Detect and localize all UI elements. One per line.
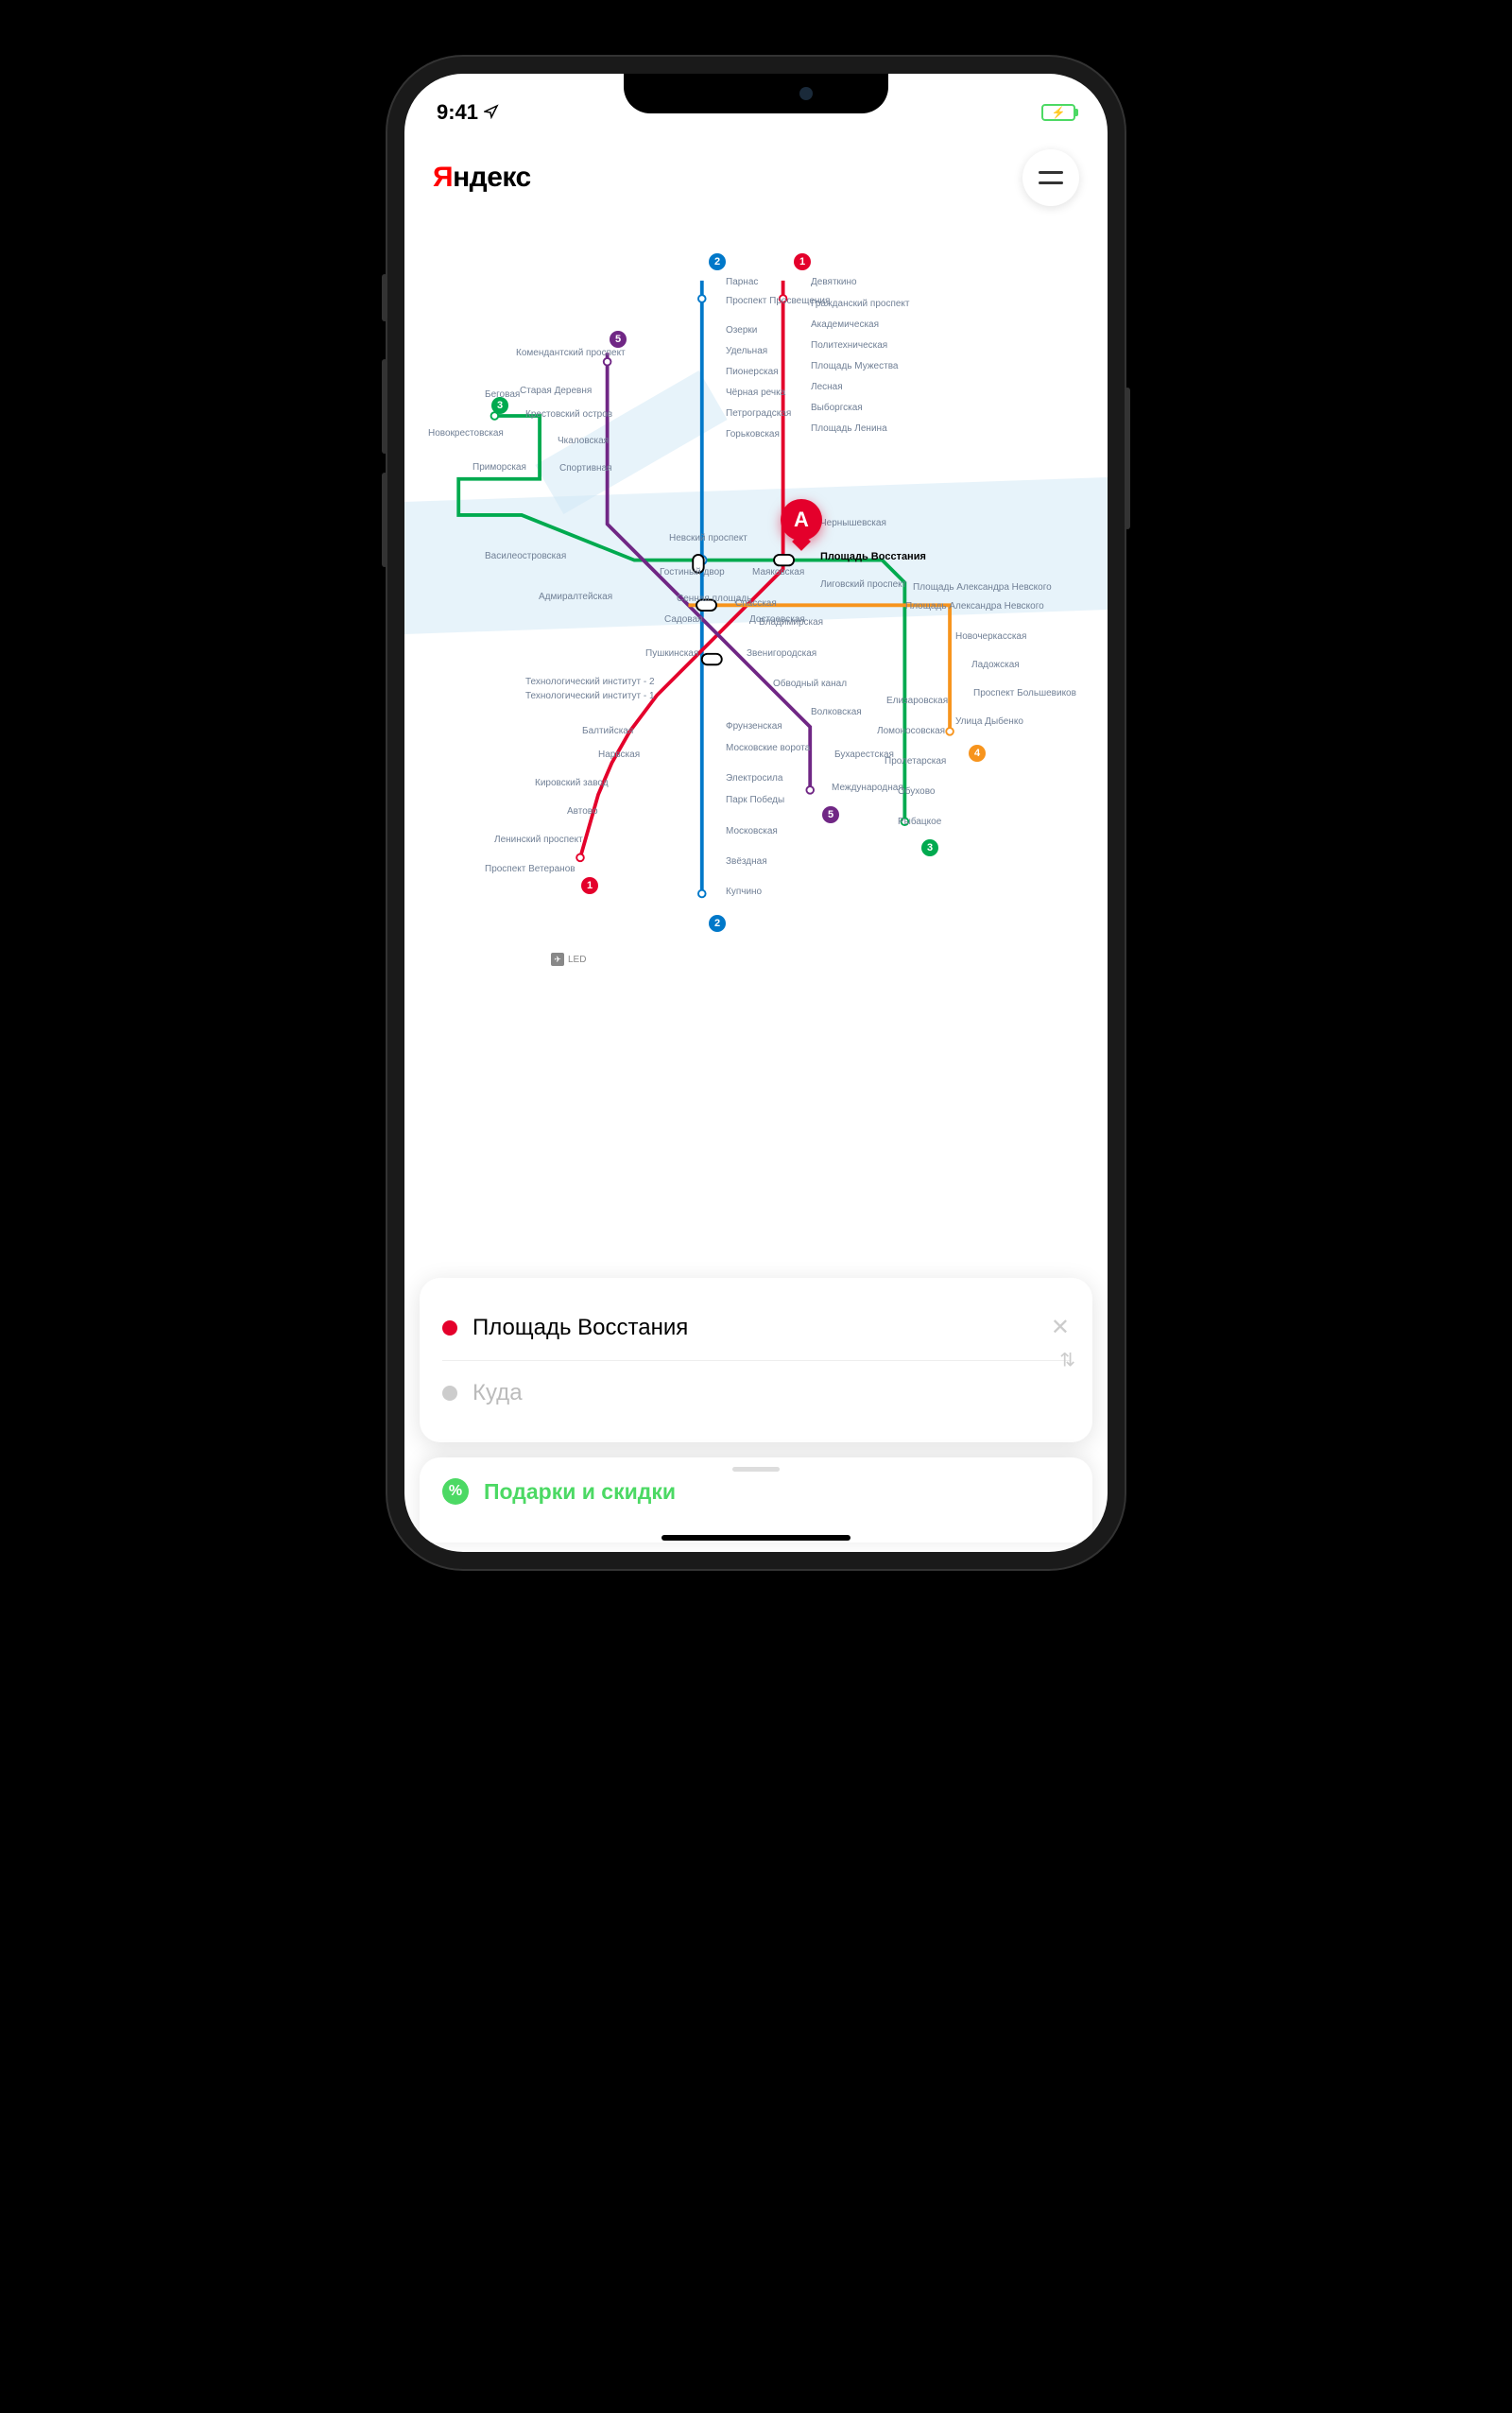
line-2-badge: 2 [709,253,726,270]
airport-badge: ✈ LED [551,953,586,966]
status-time: 9:41 [437,100,478,125]
volume-down-button [382,473,387,567]
home-indicator[interactable] [662,1535,850,1541]
route-from-text: Площадь Восстания [472,1315,1036,1341]
battery-icon: ⚡ [1041,104,1075,121]
promo-card[interactable]: % Подарки и скидки [420,1457,1092,1543]
line-5-badge-end: 5 [822,806,839,823]
line-4-badge-end: 4 [969,745,986,762]
route-from-row[interactable]: Площадь Восстания ✕ [442,1302,1070,1361]
line-1-badge-end: 1 [581,877,598,894]
route-card: Площадь Восстания ✕ Куда ⇅ [420,1278,1092,1442]
notch [624,74,888,113]
side-button [382,274,387,321]
origin-dot-icon [442,1320,457,1336]
bottom-sheet: Площадь Восстания ✕ Куда ⇅ % Подарки и с… [404,1278,1108,1552]
menu-button[interactable] [1022,149,1079,206]
location-arrow-icon [484,100,499,125]
promo-text: Подарки и скидки [484,1479,676,1505]
clear-from-button[interactable]: ✕ [1051,1314,1070,1341]
metro-lines-svg [404,225,1108,1076]
hamburger-icon [1039,171,1063,174]
phone-frame: 9:41 ⚡ Яндекс [387,57,1125,1569]
metro-map[interactable]: 1 2 3 5 1 2 3 4 5 Девяткино Гражданский … [404,225,1108,1076]
drag-handle-icon[interactable] [732,1467,780,1472]
power-button [1125,388,1130,529]
route-to-placeholder: Куда [472,1380,1070,1406]
app-header: Яндекс [404,132,1108,225]
yandex-logo[interactable]: Яндекс [433,162,531,194]
origin-marker[interactable]: А [781,499,822,541]
line-2-badge-end: 2 [709,915,726,932]
line-1-badge: 1 [794,253,811,270]
percent-icon: % [442,1478,469,1505]
volume-up-button [382,359,387,454]
line-5-badge: 5 [610,331,627,348]
line-3-badge-end: 3 [921,839,938,856]
destination-dot-icon [442,1386,457,1401]
swap-route-button[interactable]: ⇅ [1059,1349,1075,1372]
airplane-icon: ✈ [551,953,564,966]
line-3-badge: 3 [491,397,508,414]
route-to-row[interactable]: Куда [442,1361,1070,1418]
